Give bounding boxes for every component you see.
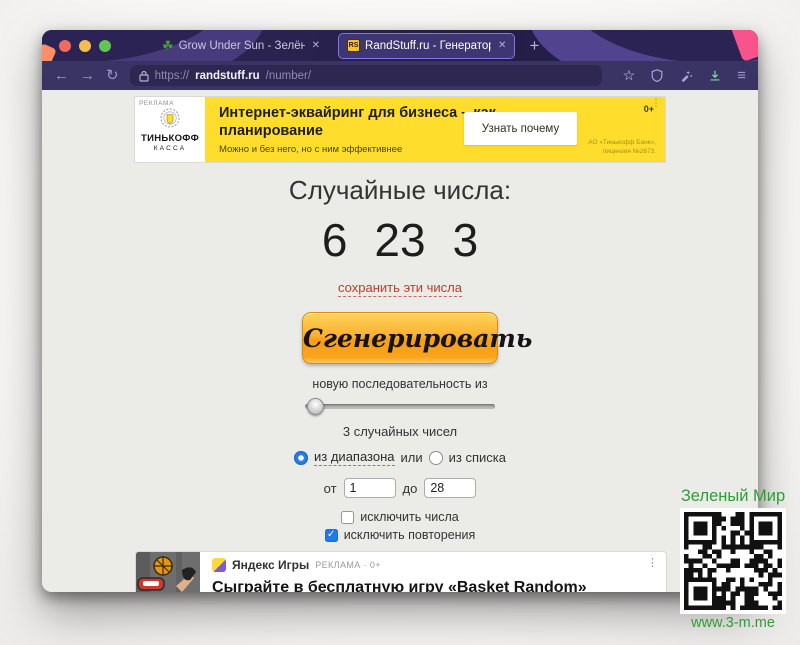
tinkoff-crest-icon [158, 107, 182, 131]
qr-watermark: Зеленый Мир www.3-m.me [672, 487, 794, 631]
tinkoff-ad-banner[interactable]: РЕКЛАМА ТИНЬКОФФ КАССА Интернет-эквайрин… [135, 97, 665, 162]
url-domain: randstuff.ru [195, 70, 260, 82]
to-input[interactable] [424, 478, 476, 498]
ad-source[interactable]: Яндекс Игры [232, 558, 309, 572]
tab-title: Grow Under Sun - Зелёный Мир [179, 40, 305, 52]
tinkoff-brand-box: РЕКЛАМА ТИНЬКОФФ КАССА [135, 97, 205, 162]
from-label: от [324, 481, 337, 496]
url-path: /number/ [266, 70, 311, 82]
navigation-bar: ← → ↻ https:// randstuff.ru/number/ ☆ [42, 61, 758, 90]
random-number: 6 [322, 213, 348, 267]
yandex-games-ad[interactable]: Яндекс Игры РЕКЛАМА · 0+ Сыграйте в бесп… [136, 552, 666, 592]
random-number: 23 [374, 213, 425, 267]
close-icon[interactable]: ✕ [498, 40, 506, 51]
qr-code [680, 508, 786, 614]
colorways-brush-icon[interactable] [679, 69, 693, 83]
menu-hamburger-icon[interactable]: ≡ [737, 67, 746, 84]
exclude-numbers-checkbox[interactable]: ✓ [341, 511, 354, 524]
shield-icon[interactable] [650, 68, 664, 83]
radio-range[interactable] [294, 451, 308, 465]
ad-options-kebab-icon[interactable]: ⋮ [647, 556, 658, 569]
game-thumbnail-image [136, 552, 200, 592]
tab-grow-under-sun[interactable]: ☘ Grow Under Sun - Зелёный Мир ✕ [154, 33, 328, 59]
tinkoff-brand-name: ТИНЬКОФФ [141, 133, 199, 144]
minimize-window-button[interactable] [79, 40, 91, 52]
url-scheme: https:// [155, 70, 190, 82]
radio-list-label[interactable]: из списка [449, 450, 506, 465]
tab-randstuff[interactable]: RS RandStuff.ru - Генератор случа ✕ [338, 33, 515, 59]
bookmark-star-icon[interactable]: ☆ [623, 67, 636, 84]
tab-title: RandStuff.ru - Генератор случа [365, 40, 491, 52]
ad-label: РЕКЛАМА [139, 100, 174, 107]
exclude-repeats-checkbox[interactable]: ✓ [325, 529, 338, 542]
count-slider[interactable] [305, 398, 495, 415]
ad-cta-button[interactable]: Узнать почему [464, 112, 577, 145]
page-title: Случайные числа: [42, 175, 758, 206]
close-window-button[interactable] [59, 40, 71, 52]
to-label: до [403, 481, 418, 496]
address-bar[interactable]: https:// randstuff.ru/number/ [130, 65, 602, 86]
random-numbers: 6 23 3 [42, 213, 758, 267]
lock-icon [139, 70, 149, 82]
browser-window: ☘ Grow Under Sun - Зелёный Мир ✕ RS Rand… [42, 30, 758, 592]
count-label: 3 случайных чисел [42, 424, 758, 439]
exclude-repeats-row: ✓ исключить повторения [42, 528, 758, 542]
generate-button[interactable]: Сгенерировать [302, 312, 498, 364]
window-controls [59, 40, 111, 52]
new-tab-button[interactable]: + [529, 36, 539, 56]
forward-button[interactable]: → [80, 68, 95, 83]
mode-radio-row: из диапазона или из списка [42, 449, 758, 466]
or-label: или [401, 450, 423, 465]
exclude-numbers-row: ✓ исключить числа [42, 510, 758, 524]
tinkoff-sub-brand: КАССА [154, 145, 187, 152]
back-button[interactable]: ← [54, 68, 69, 83]
save-numbers-link[interactable]: сохранить эти числа [338, 280, 462, 297]
sequence-label: новую последовательность из [42, 377, 758, 391]
randstuff-favicon-icon: RS [347, 39, 360, 52]
yandex-games-icon [212, 558, 226, 572]
close-icon[interactable]: ✕ [312, 40, 320, 51]
random-number: 3 [453, 213, 479, 267]
zoom-window-button[interactable] [99, 40, 111, 52]
from-input[interactable] [344, 478, 396, 498]
watermark-title: Зеленый Мир [672, 487, 794, 506]
slider-track[interactable] [305, 404, 495, 409]
bottom-ad-title[interactable]: Сыграйте в бесплатную игру «Basket Rando… [212, 579, 654, 592]
download-icon[interactable] [708, 69, 722, 83]
radio-range-label[interactable]: из диапазона [314, 449, 395, 466]
ad-legal-text: АО «Тинькофф Банк», лицензия №2673. [588, 139, 656, 157]
page-content: РЕКЛАМА ТИНЬКОФФ КАССА Интернет-эквайрин… [42, 90, 758, 592]
range-inputs-row: от до [42, 478, 758, 498]
plant-icon: ☘ [162, 39, 174, 52]
watermark-url: www.3-m.me [672, 615, 794, 631]
exclude-repeats-label: исключить повторения [344, 528, 476, 542]
slider-thumb[interactable] [307, 398, 324, 415]
ad-badge: РЕКЛАМА · 0+ [315, 560, 381, 570]
radio-list[interactable] [429, 451, 443, 465]
exclude-numbers-label: исключить числа [360, 510, 458, 524]
ad-age-badge: 0+ [644, 104, 654, 114]
reload-button[interactable]: ↻ [106, 68, 119, 83]
tab-bar: ☘ Grow Under Sun - Зелёный Мир ✕ RS Rand… [42, 30, 758, 61]
